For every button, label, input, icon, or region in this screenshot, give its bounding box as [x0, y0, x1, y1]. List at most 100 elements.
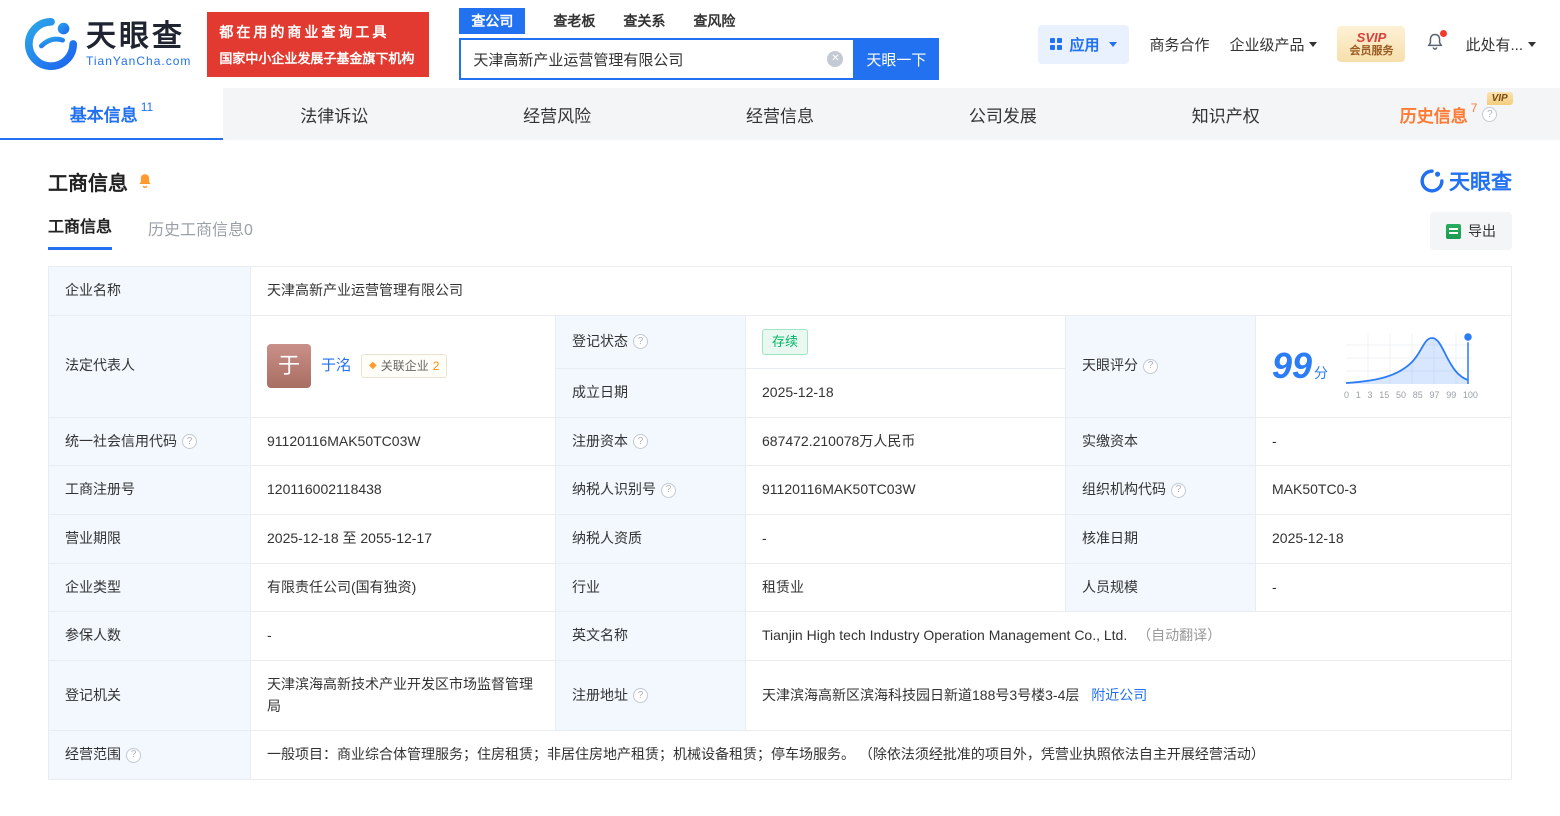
apps-grid-icon — [1050, 38, 1063, 50]
tab-company-development[interactable]: 公司发展 — [891, 88, 1114, 140]
tab-intellectual-property[interactable]: 知识产权 — [1114, 88, 1337, 140]
promo-line-1: 都在用的商业查询工具 — [219, 23, 390, 40]
help-icon[interactable]: ? — [1482, 106, 1498, 122]
legal-rep-cell: 于 于洺 ◆ 关联企业 2 — [250, 314, 556, 418]
help-icon[interactable]: ? — [1143, 358, 1158, 374]
apps-button[interactable]: 应用 — [1038, 24, 1130, 64]
related-companies-icon: ◆ — [369, 360, 377, 372]
search-tab-boss[interactable]: 查老板 — [553, 11, 595, 31]
tab-risk-label: 经营风险 — [523, 106, 592, 126]
english-name-value: Tianjin High tech Industry Operation Man… — [762, 627, 1128, 644]
vip-badge: VIP — [1486, 92, 1513, 105]
help-icon[interactable]: ? — [633, 688, 648, 704]
search-input[interactable] — [459, 38, 854, 80]
tianyancha-logo[interactable]: 天眼查 TianYanCha.com — [24, 17, 191, 71]
tianyancha-watermark-icon — [1420, 169, 1444, 193]
tab-business-label: 经营信息 — [746, 106, 814, 126]
table-row: 营业期限 2025-12-18 至 2055-12-17 纳税人资质 - 核准日… — [48, 513, 1512, 564]
tab-basic-info-count: 11 — [140, 100, 154, 114]
table-row: 法定代表人 于 于洺 ◆ 关联企业 2 登记状态? 存续 天眼评分 ? 99 分… — [48, 314, 1512, 418]
staff-size-value: - — [1255, 562, 1512, 613]
tianyancha-watermark: 天眼查 — [1420, 166, 1512, 196]
table-row: 登记机关 天津滨海高新技术产业开发区市场监督管理局 注册地址? 天津滨海高新区滨… — [48, 659, 1512, 732]
registry-value: 天津滨海高新技术产业开发区市场监督管理局 — [250, 659, 556, 732]
subtab-business-info[interactable]: 工商信息 — [48, 213, 113, 250]
promo-banner: 都在用的商业查询工具 国家中小企业发展子基金旗下机构 — [207, 11, 430, 77]
industry-value: 租赁业 — [745, 562, 1066, 613]
help-icon[interactable]: ? — [633, 334, 648, 350]
help-icon[interactable]: ? — [182, 433, 197, 449]
related-companies-badge[interactable]: ◆ 关联企业 2 — [361, 353, 448, 379]
table-row: 参保人数 - 英文名称 Tianjin High tech Industry O… — [48, 611, 1512, 661]
english-name-label: 英文名称 — [555, 611, 746, 661]
score-value: 99 分 — [1272, 345, 1329, 387]
tab-operational-risk[interactable]: 经营风险 — [446, 88, 669, 140]
notification-bell-icon[interactable] — [1425, 29, 1448, 57]
taxpayer-qualification-value: - — [745, 513, 1066, 564]
brand-name: 天眼查 — [86, 19, 185, 53]
company-info-table: 企业名称 天津高新产业运营管理有限公司 法定代表人 于 于洺 ◆ 关联企业 2 — [48, 266, 1512, 781]
page-title: 工商信息 — [48, 172, 128, 195]
business-cooperation-link[interactable]: 商务合作 — [1149, 34, 1209, 55]
company-name-label: 企业名称 — [48, 266, 251, 316]
subtab-row: 工商信息 历史工商信息0 导出 — [48, 212, 1512, 250]
taxpayer-qualification-label: 纳税人资质 — [555, 513, 746, 564]
search-area: 查公司 查老板 查关系 查风险 ✕ 天眼一下 — [459, 8, 940, 80]
approved-date-value: 2025-12-18 — [1255, 513, 1512, 564]
user-name: 此处有... — [1465, 36, 1523, 54]
chevron-down-icon — [1309, 41, 1318, 47]
tab-history-label: 历史信息 — [1399, 106, 1468, 126]
monitor-bell-icon[interactable] — [136, 172, 154, 190]
status-badge: 存续 — [762, 328, 809, 355]
search-tab-company[interactable]: 查公司 — [459, 8, 526, 34]
tab-legal-proceedings[interactable]: 法律诉讼 — [223, 88, 446, 140]
nearby-companies-link[interactable]: 附近公司 — [1091, 687, 1147, 703]
reg-status-cell: 存续 — [745, 314, 1066, 369]
chevron-down-icon — [1109, 41, 1118, 47]
export-label: 导出 — [1468, 223, 1496, 239]
svip-label: SVIP — [1356, 29, 1387, 45]
enterprise-products-link[interactable]: 企业级产品 — [1229, 34, 1318, 55]
business-term-value: 2025-12-18 至 2055-12-17 — [250, 513, 556, 564]
legal-rep-link[interactable]: 于洺 — [321, 354, 351, 377]
search-tab-risk[interactable]: 查风险 — [693, 11, 735, 31]
company-type-label: 企业类型 — [48, 562, 251, 613]
tab-legal-label: 法律诉讼 — [300, 106, 369, 126]
related-companies-label: 关联企业 — [380, 358, 429, 373]
section-nav: 基本信息 11 法律诉讼 经营风险 经营信息 公司发展 知识产权 VIP 历史信息… — [0, 88, 1560, 140]
search-button[interactable]: 天眼一下 — [853, 38, 940, 80]
tab-development-label: 公司发展 — [968, 106, 1037, 126]
legal-rep-avatar[interactable]: 于 — [267, 344, 311, 389]
insured-count-label: 参保人数 — [48, 611, 251, 661]
related-companies-count: 2 — [432, 358, 440, 373]
company-name-value: 天津高新产业运营管理有限公司 — [250, 266, 1512, 316]
auto-translate-note: （自动翻译） — [1137, 627, 1222, 644]
staff-size-label: 人员规模 — [1065, 562, 1256, 613]
export-icon — [1446, 223, 1461, 239]
insured-count-value: - — [250, 611, 556, 661]
svip-member-button[interactable]: SVIP 会员服务 — [1337, 25, 1406, 63]
reg-number-label: 工商注册号 — [48, 465, 251, 515]
tab-basic-info[interactable]: 基本信息 11 — [0, 88, 223, 140]
help-icon[interactable]: ? — [1171, 482, 1186, 498]
company-type-value: 有限责任公司(国有独资) — [250, 562, 556, 613]
credit-code-value: 91120116MAK50TC03W — [250, 416, 556, 467]
score-cell: 99 分 0 1 3 15 50 85 97 99 100 — [1255, 314, 1512, 418]
table-row: 企业名称 天津高新产业运营管理有限公司 — [48, 266, 1512, 316]
export-button[interactable]: 导出 — [1430, 212, 1512, 250]
user-menu[interactable]: 此处有... — [1465, 34, 1536, 55]
table-row: 工商注册号 120116002118438 纳税人识别号? 91120116MA… — [48, 465, 1512, 515]
subtab-history-business-info[interactable]: 历史工商信息0 — [148, 216, 253, 250]
org-code-label: 组织机构代码? — [1065, 465, 1256, 515]
reg-number-value: 120116002118438 — [250, 465, 556, 515]
help-icon[interactable]: ? — [633, 433, 648, 449]
tab-history-info[interactable]: VIP 历史信息 7 ? — [1337, 88, 1560, 140]
tab-ip-label: 知识产权 — [1191, 106, 1260, 126]
tab-business-info[interactable]: 经营信息 — [669, 88, 892, 140]
help-icon[interactable]: ? — [661, 482, 676, 498]
header-right: 应用 商务合作 企业级产品 SVIP 会员服务 此处有... — [1038, 24, 1536, 64]
brand-domain: TianYanCha.com — [86, 53, 192, 68]
business-scope-value: 一般项目：商业综合体管理服务；住房租赁；非居住房地产租赁；机械设备租赁；停车场服… — [250, 730, 1512, 781]
help-icon[interactable]: ? — [126, 747, 141, 763]
search-tab-relation[interactable]: 查关系 — [623, 11, 665, 31]
